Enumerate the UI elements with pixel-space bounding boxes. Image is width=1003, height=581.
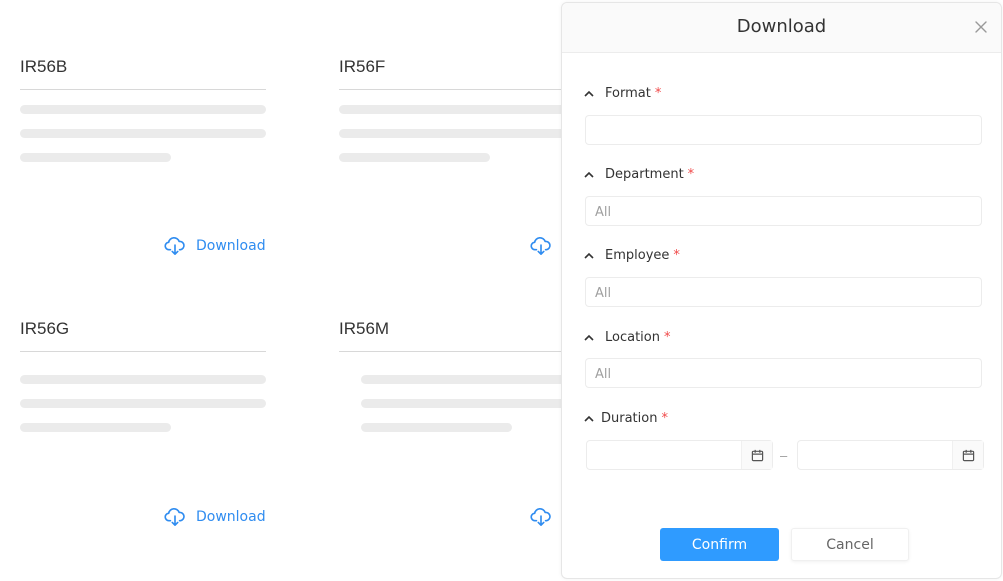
- chevron-up-icon: [584, 415, 594, 422]
- dialog-header: Download: [562, 3, 1001, 53]
- skeleton-line: [20, 129, 266, 138]
- end-date-input[interactable]: [797, 440, 984, 470]
- department-select[interactable]: All: [585, 196, 982, 226]
- divider: [20, 351, 266, 352]
- calendar-icon: [751, 449, 763, 461]
- cloud-download-icon: [530, 236, 551, 255]
- skeleton-line: [20, 399, 266, 408]
- chevron-up-icon: [584, 252, 594, 259]
- end-date-picker-button[interactable]: [952, 441, 983, 469]
- download-dialog: Download Format * Department * All Emplo…: [561, 2, 1002, 579]
- report-card-ir56b: IR56B Download: [0, 39, 296, 277]
- chevron-up-icon: [584, 334, 594, 341]
- cloud-download-icon: [164, 236, 185, 255]
- skeleton-line: [20, 105, 266, 114]
- confirm-button[interactable]: Confirm: [660, 528, 779, 561]
- download-label: Download: [196, 509, 266, 525]
- card-title: IR56M: [339, 319, 390, 338]
- skeleton-line: [20, 423, 171, 432]
- duration-label[interactable]: Duration *: [584, 411, 668, 426]
- card-title: IR56G: [20, 319, 70, 338]
- format-select[interactable]: [585, 115, 982, 145]
- download-label: Download: [196, 238, 266, 254]
- divider: [339, 89, 585, 90]
- cancel-button[interactable]: Cancel: [791, 528, 909, 561]
- required-mark: *: [654, 86, 662, 101]
- required-mark: *: [663, 330, 671, 345]
- divider: [20, 89, 266, 90]
- start-date-input[interactable]: [586, 440, 773, 470]
- required-mark: *: [673, 248, 680, 263]
- employee-select[interactable]: All: [585, 277, 982, 307]
- skeleton-line: [339, 153, 490, 162]
- date-range-separator: –: [780, 448, 788, 463]
- dialog-title: Download: [736, 16, 827, 37]
- skeleton-line: [361, 423, 512, 432]
- skeleton-line: [339, 129, 585, 138]
- chevron-up-icon: [584, 90, 594, 97]
- location-label[interactable]: Location *: [584, 330, 670, 345]
- employee-label[interactable]: Employee *: [584, 248, 680, 263]
- skeleton-line: [20, 153, 171, 162]
- start-date-picker-button[interactable]: [741, 441, 772, 469]
- skeleton-line: [339, 105, 585, 114]
- calendar-icon: [962, 449, 974, 461]
- format-label[interactable]: Format *: [584, 86, 661, 101]
- close-icon[interactable]: [971, 17, 991, 37]
- download-link[interactable]: Download: [164, 236, 266, 256]
- download-link[interactable]: Download: [164, 507, 266, 527]
- skeleton-line: [20, 375, 266, 384]
- required-mark: *: [687, 167, 695, 182]
- card-title: IR56B: [20, 57, 68, 76]
- chevron-up-icon: [584, 171, 594, 178]
- department-label[interactable]: Department *: [584, 167, 694, 182]
- cloud-download-icon: [530, 507, 551, 526]
- required-mark: *: [661, 411, 668, 426]
- divider: [339, 351, 585, 352]
- card-title: IR56F: [339, 57, 386, 76]
- report-card-ir56g: IR56G Download: [0, 301, 296, 539]
- cloud-download-icon: [164, 507, 185, 526]
- location-select[interactable]: All: [585, 358, 982, 388]
